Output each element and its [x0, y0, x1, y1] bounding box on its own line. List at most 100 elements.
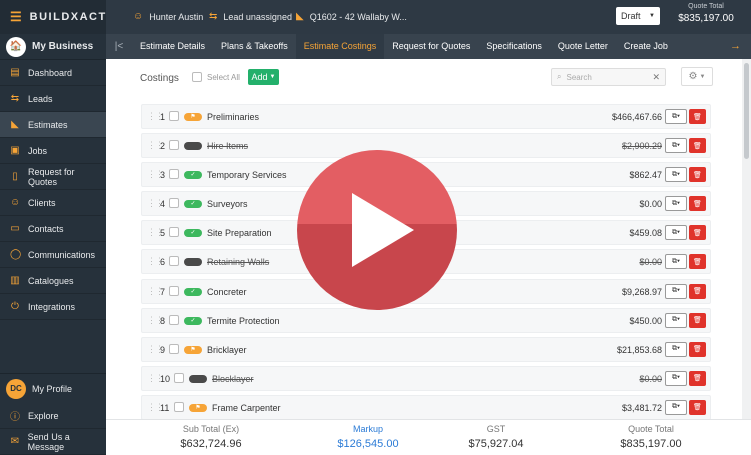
tab-specifications[interactable]: Specifications	[478, 34, 550, 59]
status-badge[interactable]	[184, 142, 202, 151]
sidebar-item-send-message[interactable]: ✉ Send Us a Message	[0, 429, 106, 455]
status-badge[interactable]	[189, 374, 207, 383]
row-checkbox[interactable]	[169, 256, 179, 267]
quote-reference[interactable]: ◣ Q1602 - 42 Wallaby W...	[296, 11, 407, 22]
row-checkbox[interactable]	[169, 140, 179, 151]
sidebar-item-leads[interactable]: ⇆ Leads	[0, 86, 106, 112]
delete-button[interactable]: 🗑	[689, 370, 706, 386]
copy-button[interactable]: ⧉▾	[665, 341, 687, 357]
search-box[interactable]: ⌕ Search ✕	[551, 68, 666, 86]
copy-button[interactable]: ⧉▾	[665, 225, 687, 241]
costing-name[interactable]: Retaining Walls	[207, 257, 269, 267]
status-badge[interactable]: ✓	[184, 287, 202, 296]
costing-name[interactable]: Frame Carpenter	[212, 403, 281, 413]
search-input[interactable]: Search	[566, 73, 591, 82]
table-row[interactable]: ⋮⋮ 11 ⚑ Frame Carpenter $3,481.72 ⧉▾ 🗑	[141, 394, 711, 420]
copy-button[interactable]: ⧉▾	[665, 399, 687, 415]
markup[interactable]: Markup $126,545.00	[298, 424, 438, 450]
hamburger-menu-icon[interactable]: ☰	[10, 9, 22, 25]
costing-name[interactable]: Hire Items	[207, 141, 248, 151]
delete-button[interactable]: 🗑	[689, 196, 706, 212]
row-checkbox[interactable]	[169, 285, 179, 296]
row-checkbox[interactable]	[169, 314, 179, 325]
copy-button[interactable]: ⧉▾	[665, 167, 687, 183]
sidebar-item-clients[interactable]: ☺ Clients	[0, 190, 106, 216]
row-checkbox[interactable]	[169, 169, 179, 180]
table-row[interactable]: ⋮⋮ 10 Blocklayer $0.00 ⧉▾ 🗑	[141, 365, 711, 391]
delete-button[interactable]: 🗑	[689, 109, 706, 124]
tab-estimate-details[interactable]: Estimate Details	[132, 34, 213, 59]
status-badge[interactable]: ⚑	[189, 403, 207, 412]
add-button[interactable]: Add ▼	[248, 69, 279, 85]
scrollbar[interactable]	[742, 59, 751, 419]
costing-name[interactable]: Blocklayer	[212, 374, 254, 384]
select-all-checkbox[interactable]	[192, 72, 202, 82]
status-badge[interactable]: ✓	[184, 171, 202, 180]
row-checkbox[interactable]	[169, 227, 179, 238]
delete-button[interactable]: 🗑	[689, 138, 706, 154]
costing-name[interactable]: Surveyors	[207, 199, 248, 209]
row-checkbox[interactable]	[174, 401, 184, 412]
delete-button[interactable]: 🗑	[689, 225, 706, 241]
costing-name[interactable]: Termite Protection	[207, 316, 280, 326]
table-row[interactable]: ⋮⋮ 1 ⚑ Preliminaries $466,467.66 ⧉▾ 🗑	[141, 104, 711, 129]
delete-button[interactable]: 🗑	[689, 399, 706, 415]
tab-quote-letter[interactable]: Quote Letter	[550, 34, 616, 59]
sidebar-item-request-for-quotes[interactable]: ▯ Request for Quotes	[0, 164, 106, 190]
row-checkbox[interactable]	[174, 372, 184, 383]
status-badge[interactable]: ✓	[184, 316, 202, 325]
copy-button[interactable]: ⧉▾	[665, 196, 687, 212]
copy-button[interactable]: ⧉▾	[665, 254, 687, 270]
table-row[interactable]: ⋮⋮ 8 ✓ Termite Protection $450.00 ⧉▾ 🗑	[141, 307, 711, 333]
clear-search-icon[interactable]: ✕	[652, 72, 660, 83]
status-badge[interactable]	[184, 258, 202, 267]
row-checkbox[interactable]	[169, 198, 179, 209]
sidebar-item-explore[interactable]: ⓘ Explore	[0, 403, 106, 429]
sidebar-item-estimates[interactable]: ◣ Estimates	[0, 112, 106, 138]
costing-name[interactable]: Preliminaries	[207, 112, 259, 122]
sidebar-item-label: Leads	[28, 93, 53, 104]
costings-title: Costings	[140, 73, 179, 84]
sidebar-item-integrations[interactable]: ⏻ Integrations	[0, 294, 106, 320]
business-switcher[interactable]: 🏠 My Business	[0, 34, 106, 60]
delete-button[interactable]: 🗑	[689, 167, 706, 183]
status-badge[interactable]: ⚑	[184, 345, 202, 354]
tab-create-job[interactable]: Create Job	[616, 34, 676, 59]
delete-button[interactable]: 🗑	[689, 312, 706, 328]
settings-dropdown[interactable]: ⚙ ▼	[681, 67, 713, 86]
costing-name[interactable]: Temporary Services	[207, 170, 287, 180]
tab-plans-takeoffs[interactable]: Plans & Takeoffs	[213, 34, 296, 59]
costing-name[interactable]: Site Preparation	[207, 228, 272, 238]
status-badge[interactable]: ✓	[184, 229, 202, 238]
user-selector[interactable]: ☺ Hunter Austin	[133, 11, 203, 22]
row-checkbox[interactable]	[169, 343, 179, 354]
sidebar-item-catalogues[interactable]: ▥ Catalogues	[0, 268, 106, 294]
tab-request-for-quotes[interactable]: Request for Quotes	[384, 34, 478, 59]
copy-button[interactable]: ⧉▾	[665, 283, 687, 299]
sidebar-item-jobs[interactable]: ▣ Jobs	[0, 138, 106, 164]
row-checkbox[interactable]	[169, 111, 179, 121]
copy-button[interactable]: ⧉▾	[665, 109, 687, 124]
collapse-first-icon[interactable]: |<	[106, 41, 132, 52]
tab-estimate-costings[interactable]: Estimate Costings	[295, 34, 385, 59]
costing-name[interactable]: Bricklayer	[207, 345, 247, 355]
scrollbar-thumb[interactable]	[744, 63, 749, 159]
sidebar-item-contacts[interactable]: ▭ Contacts	[0, 216, 106, 242]
copy-button[interactable]: ⧉▾	[665, 138, 687, 154]
sidebar-item-my-profile[interactable]: DC My Profile	[0, 373, 106, 403]
delete-button[interactable]: 🗑	[689, 283, 706, 299]
lead-selector[interactable]: ⇆ Lead unassigned	[209, 11, 292, 22]
status-badge[interactable]: ⚑	[184, 113, 202, 121]
table-row[interactable]: ⋮⋮ 9 ⚑ Bricklayer $21,853.68 ⧉▾ 🗑	[141, 336, 711, 362]
sidebar-item-dashboard[interactable]: ▤ Dashboard	[0, 60, 106, 86]
costing-name[interactable]: Concreter	[207, 287, 247, 297]
arrow-right-icon[interactable]: →	[730, 40, 741, 52]
delete-button[interactable]: 🗑	[689, 254, 706, 270]
copy-button[interactable]: ⧉▾	[665, 312, 687, 328]
sidebar-item-communications[interactable]: ◯ Communications	[0, 242, 106, 268]
copy-button[interactable]: ⧉▾	[665, 370, 687, 386]
status-badge[interactable]: ✓	[184, 200, 202, 209]
video-play-button[interactable]	[297, 150, 457, 310]
delete-button[interactable]: 🗑	[689, 341, 706, 357]
status-dropdown[interactable]: Draft ▼	[616, 7, 660, 25]
